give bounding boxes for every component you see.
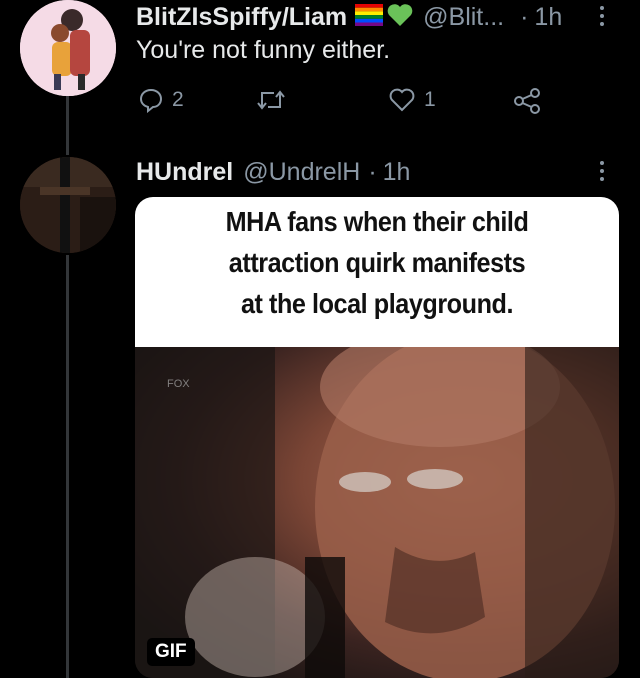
separator-dot: · — [368, 158, 377, 186]
meme-caption: MHA fans when their child attraction qui… — [135, 197, 619, 347]
like-count: 1 — [424, 88, 436, 111]
more-options-icon[interactable] — [597, 2, 607, 32]
avatar-photo-icon — [20, 157, 116, 253]
share-button[interactable] — [512, 87, 542, 115]
avatar-illustration-icon — [20, 0, 116, 96]
gif-badge: GIF — [147, 638, 195, 666]
user-handle[interactable]: @UndrelH — [243, 158, 360, 187]
caption-line: MHA fans when their child — [225, 206, 529, 237]
tweet-header: BlitZIsSpiffy/Liam @Blit... · 1h — [136, 3, 562, 32]
avatar[interactable] — [20, 157, 116, 253]
reply-button[interactable]: 2 — [138, 87, 184, 113]
rainbow-flag-icon — [355, 4, 384, 31]
tweet-text: You're not funny either. — [136, 36, 391, 64]
display-name[interactable]: HUndrel — [136, 158, 233, 187]
thread-connector-line — [66, 95, 69, 155]
gif-image[interactable]: FOX GIF — [135, 327, 619, 678]
share-icon — [514, 88, 540, 114]
like-button[interactable]: 1 — [388, 87, 436, 113]
separator-dot: · — [520, 3, 529, 31]
display-name[interactable]: BlitZIsSpiffy/Liam — [136, 3, 347, 32]
wrestler-face-illustration: FOX — [135, 327, 619, 678]
user-handle[interactable]: @Blit... — [423, 3, 504, 32]
timestamp[interactable]: 1h — [534, 3, 562, 32]
caption-line: at the local playground. — [240, 288, 514, 319]
retweet-button[interactable] — [256, 87, 294, 113]
svg-text:FOX: FOX — [167, 378, 190, 390]
thread-connector-line — [66, 255, 69, 678]
green-heart-icon — [387, 3, 413, 32]
tweet-header: HUndrel @UndrelH · 1h — [136, 158, 410, 187]
caption-line: attraction quirk manifests — [228, 247, 526, 278]
more-options-icon[interactable] — [597, 157, 607, 187]
timestamp[interactable]: 1h — [383, 158, 411, 187]
media-card[interactable]: MHA fans when their child attraction qui… — [135, 197, 619, 678]
retweet-icon — [257, 90, 285, 110]
reply-count: 2 — [172, 88, 184, 111]
heart-icon — [389, 88, 415, 112]
reply-icon — [139, 88, 163, 113]
avatar[interactable] — [20, 0, 116, 96]
